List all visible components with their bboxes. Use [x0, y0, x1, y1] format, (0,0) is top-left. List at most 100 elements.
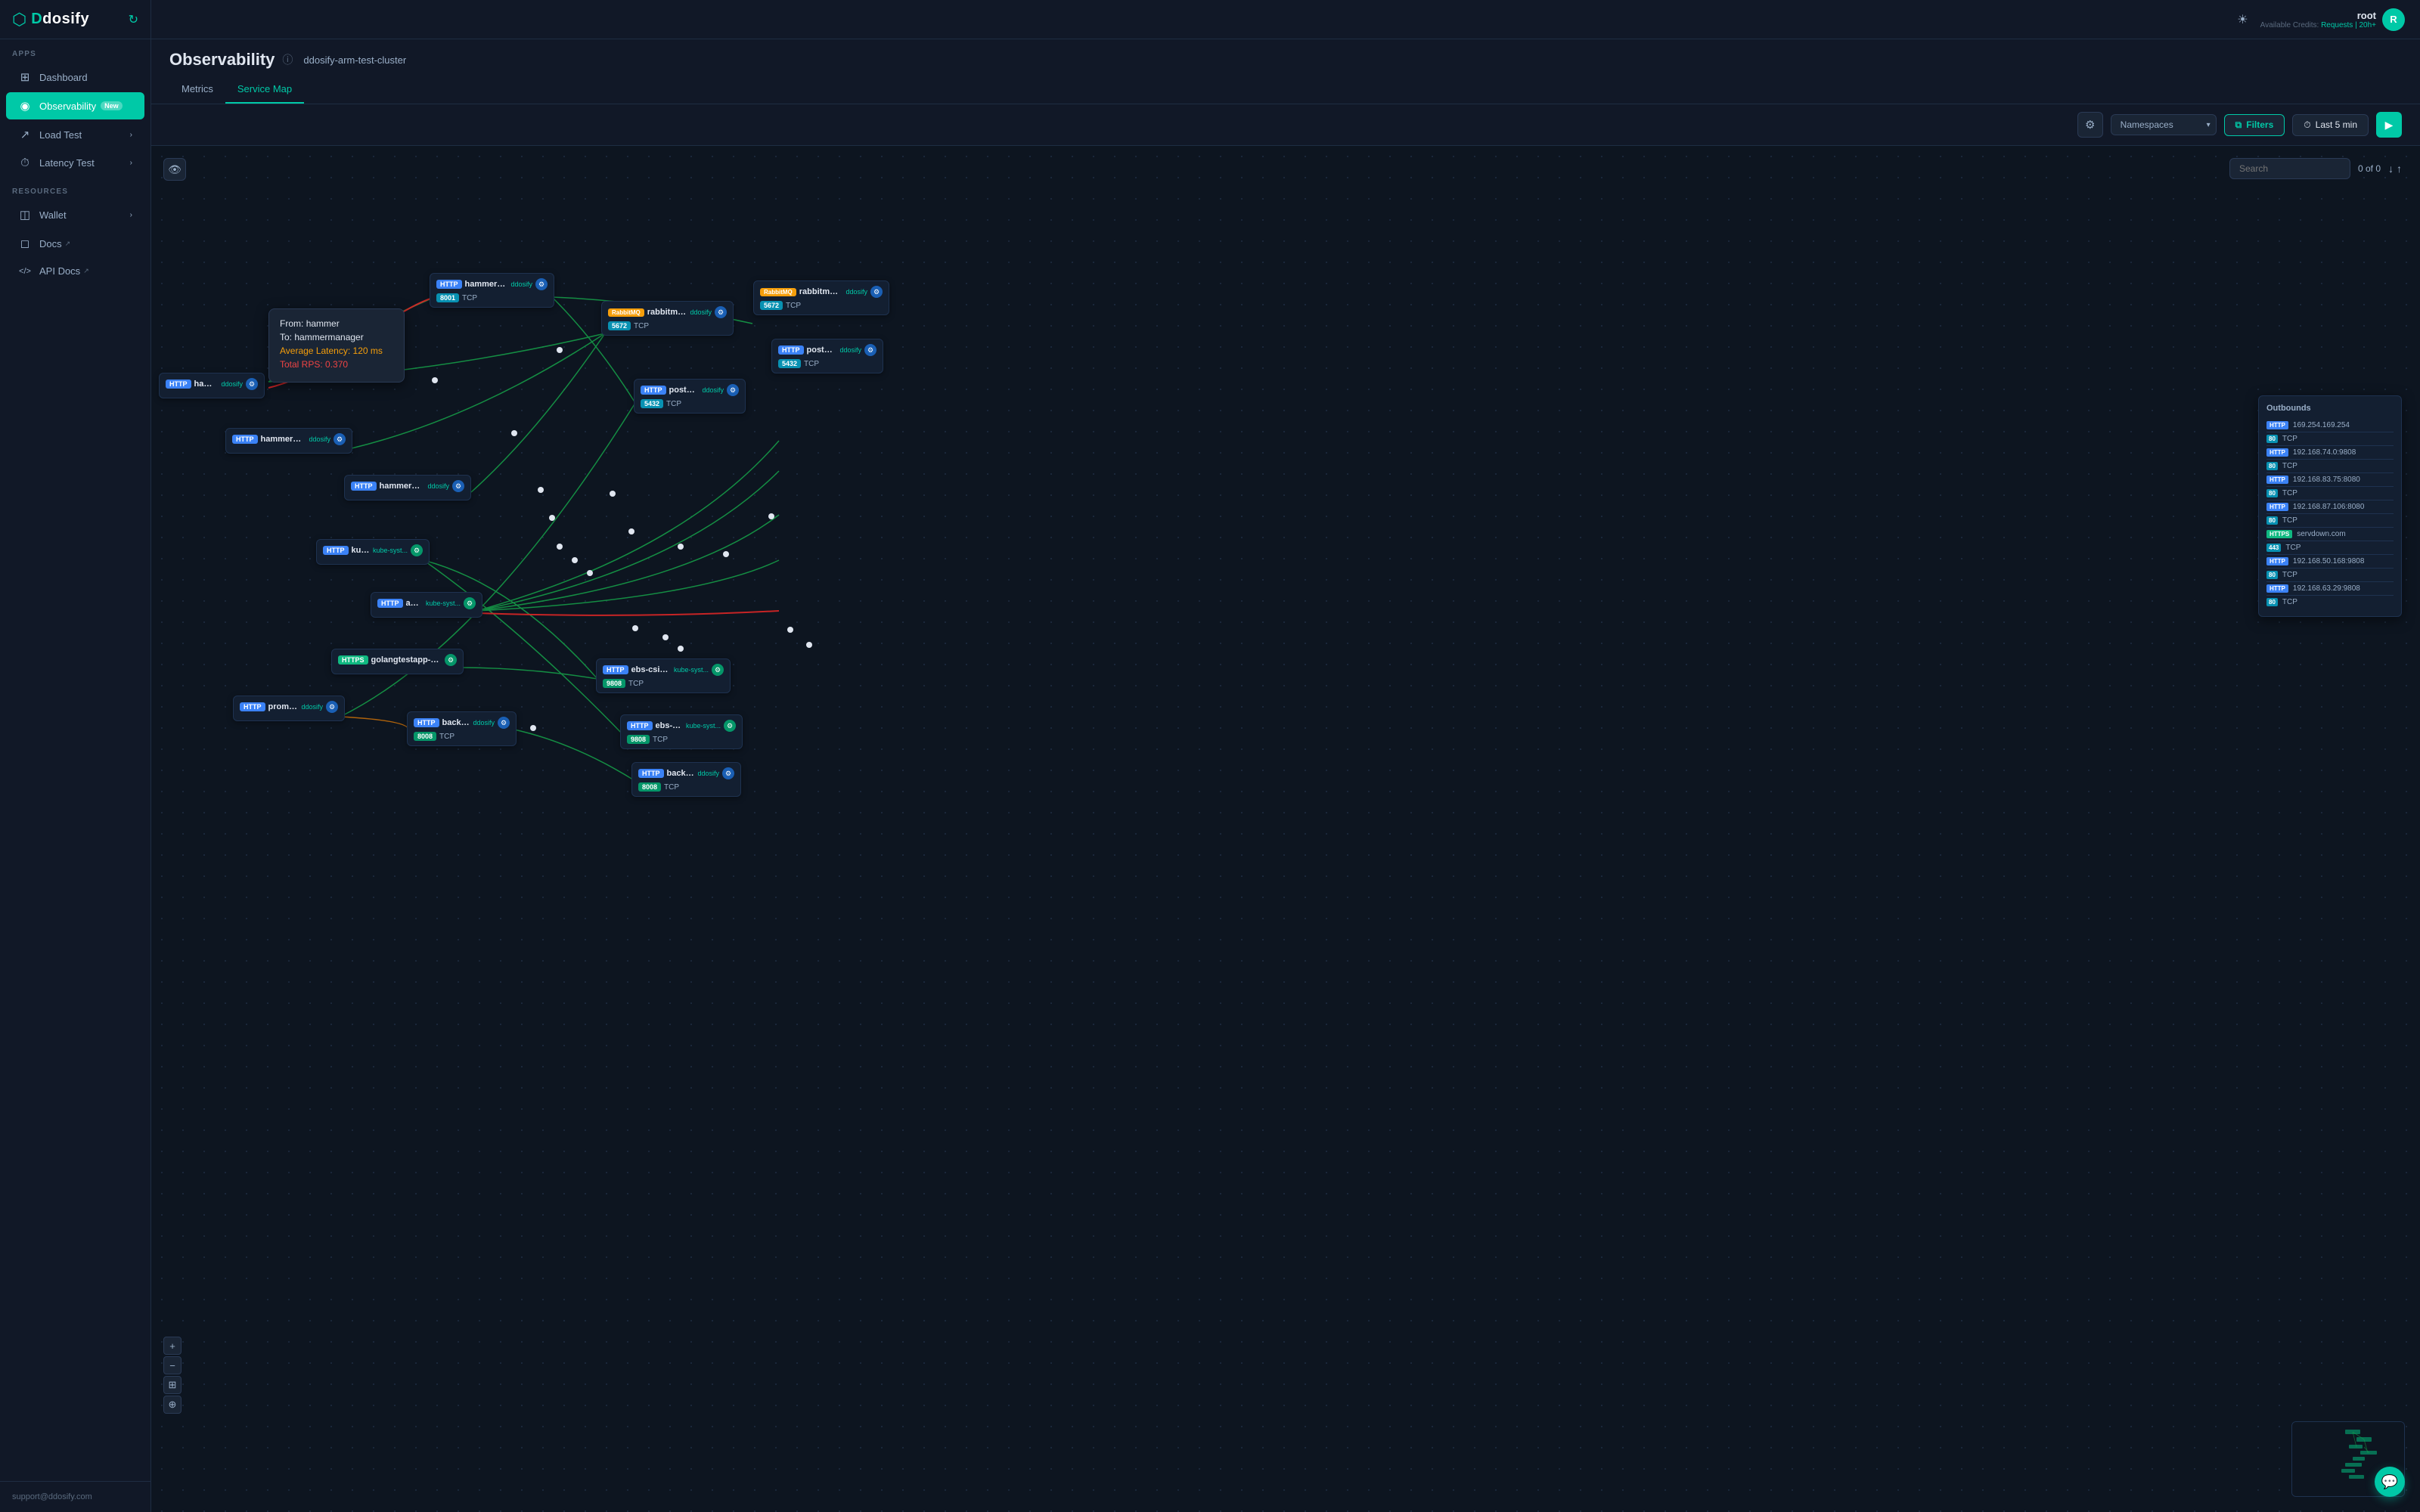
- sidebar-item-observability[interactable]: ◉ Observability New: [6, 92, 144, 119]
- port-badge: 8008: [638, 782, 661, 792]
- ob-port: 80: [2266, 571, 2278, 579]
- node-aws-node[interactable]: HTTP aws-node kube-syst... ⚙: [371, 592, 482, 618]
- lock-map-button[interactable]: ⊕: [163, 1396, 182, 1414]
- node-badge-http: HTTP: [436, 280, 462, 289]
- search-up-arrow[interactable]: ↑: [2397, 163, 2402, 175]
- brand-text: Ddosify: [31, 11, 89, 28]
- ob-protocol-badge: HTTP: [2266, 557, 2288, 565]
- sidebar-item-docs[interactable]: ◻ Docs ↗: [6, 230, 144, 257]
- node-settings-icon[interactable]: ⚙: [246, 378, 258, 390]
- node-name: aws-node: [406, 599, 423, 608]
- search-down-arrow[interactable]: ↓: [2388, 163, 2394, 175]
- node-hammermanager-celer-1[interactable]: HTTP hammermanager-celer... ddosify ⚙: [225, 428, 352, 454]
- observability-badge: New: [101, 101, 123, 110]
- node-settings-icon[interactable]: ⚙: [498, 717, 510, 729]
- ob-protocol-badge: HTTP: [2266, 584, 2288, 593]
- user-name: root: [2260, 10, 2376, 21]
- port-label: TCP: [804, 360, 819, 368]
- node-ebs-csi-node[interactable]: HTTP ebs-csi-node kube-syst... ⚙ 9808 TC…: [620, 714, 743, 749]
- search-nav-arrows: ↓ ↑: [2388, 163, 2402, 175]
- zoom-in-button[interactable]: +: [163, 1337, 182, 1355]
- user-avatar[interactable]: R: [2382, 8, 2405, 31]
- wallet-arrow: ›: [130, 211, 132, 219]
- node-settings-icon[interactable]: ⚙: [712, 664, 724, 676]
- node-postgres-1[interactable]: HTTP postgres ddosify ⚙ 5432 TCP: [634, 379, 746, 414]
- toggle-visibility-button[interactable]: 👁: [163, 158, 186, 181]
- ob-port-type: TCP: [2282, 435, 2297, 443]
- node-settings-icon[interactable]: ⚙: [535, 278, 548, 290]
- node-backend-2[interactable]: HTTP backend ddosify ⚙ 8008 TCP: [631, 762, 741, 797]
- ob-port: 80: [2266, 435, 2278, 443]
- node-settings-icon[interactable]: ⚙: [411, 544, 423, 556]
- service-map-canvas[interactable]: 👁 0 of 0 ↓ ↑: [151, 146, 2420, 1512]
- load-test-arrow: ›: [130, 131, 132, 139]
- node-settings-icon[interactable]: ⚙: [464, 597, 476, 609]
- latency-test-arrow: ›: [130, 159, 132, 167]
- play-button[interactable]: ▶: [2376, 112, 2402, 138]
- ob-port: 80: [2266, 516, 2278, 525]
- node-settings-icon[interactable]: ⚙: [452, 480, 464, 492]
- port-label: TCP: [664, 783, 679, 792]
- fit-map-button[interactable]: ⊞: [163, 1376, 182, 1394]
- node-rabbitmq-celery-1[interactable]: RabbitMQ rabbitmq-celery ddosify ⚙ 5672 …: [601, 301, 734, 336]
- node-settings-icon[interactable]: ⚙: [334, 433, 346, 445]
- node-badge-rabbitmq: RabbitMQ: [608, 308, 644, 317]
- ob-port-type: TCP: [2282, 598, 2297, 606]
- node-settings-icon[interactable]: ⚙: [870, 286, 883, 298]
- node-settings-icon[interactable]: ⚙: [864, 344, 876, 356]
- node-hammermanager[interactable]: HTTP hammermanager ddosify ⚙ 8001 TCP: [430, 273, 554, 308]
- filters-button[interactable]: ⧉ Filters: [2224, 114, 2285, 136]
- node-settings-icon[interactable]: ⚙: [727, 384, 739, 396]
- node-settings-icon[interactable]: ⚙: [326, 701, 338, 713]
- node-backend[interactable]: HTTP backend ddosify ⚙ 8008 TCP: [407, 711, 517, 746]
- node-settings-icon[interactable]: ⚙: [715, 306, 727, 318]
- ob-port-type: TCP: [2282, 489, 2297, 497]
- node-name: rabbitmq-celery: [799, 287, 843, 296]
- node-settings-icon[interactable]: ⚙: [724, 720, 736, 732]
- api-docs-external-icon: ↗: [83, 267, 89, 275]
- outbound-port-row: 443 TCP: [2266, 541, 2394, 555]
- ob-address: 192.168.74.0:9808: [2293, 448, 2356, 457]
- node-settings-icon[interactable]: ⚙: [445, 654, 457, 666]
- tooltip-to-value: hammermanager: [294, 332, 363, 342]
- node-hammermanager-celer-2[interactable]: HTTP hammermanager-celer... ddosify ⚙: [344, 475, 471, 500]
- tab-metrics[interactable]: Metrics: [169, 76, 225, 104]
- map-search-input[interactable]: [2229, 158, 2350, 179]
- node-settings-icon[interactable]: ⚙: [722, 767, 734, 779]
- node-prometheus[interactable]: HTTP prometheus ddosify ⚙: [233, 696, 345, 721]
- node-badge-http: HTTP: [603, 665, 628, 674]
- port-label: TCP: [666, 400, 681, 408]
- node-ebs-csi-controller[interactable]: HTTP ebs-csi-controller kube-syst... ⚙ 9…: [596, 658, 731, 693]
- sidebar-item-load-test[interactable]: ↗ Load Test ›: [6, 121, 144, 148]
- wallet-icon: ◫: [18, 208, 32, 222]
- theme-toggle-icon[interactable]: ☀: [2237, 12, 2248, 27]
- page-info-icon[interactable]: ⓘ: [282, 52, 293, 67]
- node-hammer[interactable]: HTTP hammer ddosify ⚙: [159, 373, 265, 398]
- node-postgres-2[interactable]: HTTP postgres ddosify ⚙ 5432 TCP: [771, 339, 883, 373]
- page-header: Observability ⓘ ddosify-arm-test-cluster…: [151, 39, 2420, 104]
- tooltip-rps-label: Total RPS:: [280, 359, 323, 370]
- tab-service-map[interactable]: Service Map: [225, 76, 304, 104]
- time-range-button[interactable]: ⏱ Last 5 min: [2292, 114, 2369, 136]
- sidebar-refresh-icon[interactable]: ↻: [129, 12, 138, 27]
- sidebar-item-api-docs[interactable]: </> API Docs ↗: [6, 259, 144, 284]
- node-name: hammermanager-celer...: [261, 435, 306, 444]
- chat-bubble-button[interactable]: 💬: [2375, 1467, 2405, 1497]
- observability-icon: ◉: [18, 99, 32, 113]
- node-rabbitmq-celery-2[interactable]: RabbitMQ rabbitmq-celery ddosify ⚙ 5672 …: [753, 280, 889, 315]
- zoom-out-button[interactable]: −: [163, 1356, 182, 1374]
- namespace-select[interactable]: Namespaces: [2111, 114, 2217, 135]
- user-credits: Available Credits: Requests | 20h+: [2260, 21, 2376, 29]
- sidebar-item-wallet[interactable]: ◫ Wallet ›: [6, 201, 144, 228]
- node-golangtestapp[interactable]: HTTPS golangtestapp-1-21-... ⚙: [331, 649, 464, 674]
- credits-link[interactable]: Requests | 20h+: [2321, 21, 2376, 29]
- user-menu[interactable]: root Available Credits: Requests | 20h+ …: [2260, 8, 2405, 31]
- time-icon: ⏱: [2304, 119, 2310, 131]
- sidebar-item-dashboard[interactable]: ⊞ Dashboard: [6, 64, 144, 91]
- node-name: rabbitmq-celery: [647, 308, 687, 317]
- node-kube-proxy[interactable]: HTTP kube-proxy kube-syst... ⚙: [316, 539, 430, 565]
- sidebar-item-latency-test[interactable]: ⏱ Latency Test ›: [6, 150, 144, 176]
- play-icon: ▶: [2385, 119, 2394, 132]
- settings-button[interactable]: ⚙: [2077, 112, 2103, 138]
- port-label: TCP: [439, 733, 455, 741]
